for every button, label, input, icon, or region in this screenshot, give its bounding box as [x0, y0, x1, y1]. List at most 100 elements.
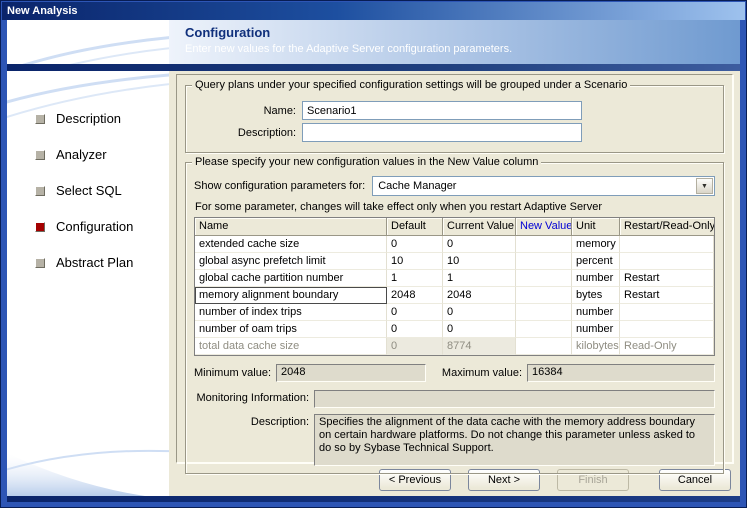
table-row[interactable]: global async prefetch limit 10 10 percen… [195, 253, 714, 270]
decorative-swoosh [7, 20, 169, 64]
param-name-cell[interactable]: number of index trips [195, 304, 387, 321]
restart-cell [620, 304, 714, 321]
name-label: Name: [194, 105, 302, 117]
scenario-description-input[interactable] [302, 123, 582, 142]
new-value-cell[interactable] [516, 304, 572, 321]
step-indicator-icon [35, 186, 45, 196]
sidebar-item-description[interactable]: Description [35, 111, 169, 126]
minimum-value-field: 2048 [276, 364, 426, 382]
new-analysis-dialog: New Analysis Configuration Enter new val… [0, 0, 747, 508]
table-row-selected[interactable]: memory alignment boundary 2048 2048 byte… [195, 287, 714, 304]
scenario-groupbox: Query plans under your specified configu… [185, 85, 724, 153]
step-label: Description [56, 111, 121, 126]
table-row[interactable]: extended cache size 0 0 memory pa [195, 236, 714, 253]
step-label: Analyzer [56, 147, 107, 162]
restart-cell: Restart [620, 287, 714, 304]
unit-cell: memory pa [572, 236, 620, 253]
param-name-cell[interactable]: global cache partition number [195, 270, 387, 287]
restart-cell: Restart [620, 270, 714, 287]
table-row[interactable]: global cache partition number 1 1 number… [195, 270, 714, 287]
config-group-title: Please specify your new configuration va… [192, 156, 541, 168]
unit-cell: number [572, 270, 620, 287]
default-cell: 2048 [387, 287, 443, 304]
param-name-cell[interactable]: number of oam trips [195, 321, 387, 338]
unit-cell: number [572, 304, 620, 321]
col-header-default: Default [387, 218, 443, 236]
monitoring-information-label: Monitoring Information: [194, 390, 314, 404]
header-decoration [7, 20, 169, 64]
minimum-value-label: Minimum value: [194, 367, 276, 379]
current-value-cell: 1 [443, 270, 516, 287]
sidebar-item-select-sql[interactable]: Select SQL [35, 183, 169, 198]
page-subtitle: Enter new values for the Adaptive Server… [185, 43, 732, 55]
current-value-cell: 0 [443, 321, 516, 338]
default-cell: 10 [387, 253, 443, 270]
wizard-header: Configuration Enter new values for the A… [7, 20, 740, 64]
restart-cell [620, 253, 714, 270]
table-row[interactable]: number of oam trips 0 0 number [195, 321, 714, 338]
description-label: Description: [194, 127, 302, 139]
restart-cell: Read-Only [620, 338, 714, 355]
maximum-value-field: 16384 [527, 364, 715, 382]
scenario-name-input[interactable] [302, 101, 582, 120]
selected-category: Cache Manager [378, 180, 456, 192]
parameter-description-field: Specifies the alignment of the data cach… [314, 414, 715, 466]
restart-cell [620, 236, 714, 253]
step-label: Abstract Plan [56, 255, 133, 270]
table-row-disabled: total data cache size 0 8774 kilobytes R… [195, 338, 714, 355]
scenario-group-title: Query plans under your specified configu… [192, 79, 630, 91]
new-value-cell[interactable] [516, 253, 572, 270]
current-value-cell: 0 [443, 304, 516, 321]
unit-cell: percent [572, 253, 620, 270]
unit-cell: kilobytes [572, 338, 620, 355]
parameters-table: Name Default Current Value New Value Uni… [194, 217, 715, 356]
new-value-cell[interactable] [516, 270, 572, 287]
step-label: Select SQL [56, 183, 122, 198]
unit-cell: bytes [572, 287, 620, 304]
step-indicator-icon [35, 114, 45, 124]
col-header-unit: Unit [572, 218, 620, 236]
new-value-cell[interactable] [516, 321, 572, 338]
current-value-cell: 2048 [443, 287, 516, 304]
config-values-groupbox: Please specify your new configuration va… [185, 162, 724, 474]
default-cell: 0 [387, 338, 443, 355]
param-name-cell[interactable]: memory alignment boundary [195, 287, 387, 304]
show-parameters-label: Show configuration parameters for: [194, 180, 372, 192]
parameter-category-select[interactable]: Cache Manager ▼ [372, 176, 715, 196]
window-title: New Analysis [7, 5, 78, 17]
table-row[interactable]: number of index trips 0 0 number [195, 304, 714, 321]
new-value-cell[interactable] [516, 236, 572, 253]
default-cell: 1 [387, 270, 443, 287]
configuration-panel: Query plans under your specified configu… [176, 74, 733, 463]
param-name-cell[interactable]: extended cache size [195, 236, 387, 253]
step-indicator-icon [35, 222, 45, 232]
col-header-new-value: New Value [516, 218, 572, 236]
page-title: Configuration [185, 25, 732, 40]
new-value-cell [516, 338, 572, 355]
sidebar-item-abstract-plan[interactable]: Abstract Plan [35, 255, 169, 270]
step-label: Configuration [56, 219, 133, 234]
wizard-sidebar: Description Analyzer Select SQL Configur… [7, 71, 169, 496]
current-value-cell: 8774 [443, 338, 516, 355]
current-value-cell: 10 [443, 253, 516, 270]
window-titlebar: New Analysis [2, 2, 745, 20]
parameter-description-label: Description: [194, 414, 314, 428]
chevron-down-icon[interactable]: ▼ [696, 178, 713, 194]
col-header-restart: Restart/Read-Only [620, 218, 714, 236]
default-cell: 0 [387, 304, 443, 321]
step-indicator-icon [35, 150, 45, 160]
sidebar-item-configuration[interactable]: Configuration [35, 219, 169, 234]
col-header-name: Name [195, 218, 387, 236]
param-name-cell[interactable]: global async prefetch limit [195, 253, 387, 270]
new-value-cell[interactable] [516, 287, 572, 304]
restart-note: For some parameter, changes will take ef… [195, 201, 715, 213]
sidebar-item-analyzer[interactable]: Analyzer [35, 147, 169, 162]
table-header-row: Name Default Current Value New Value Uni… [195, 218, 714, 236]
current-value-cell: 0 [443, 236, 516, 253]
default-cell: 0 [387, 236, 443, 253]
default-cell: 0 [387, 321, 443, 338]
restart-cell [620, 321, 714, 338]
unit-cell: number [572, 321, 620, 338]
monitoring-information-field [314, 390, 715, 408]
col-header-current-value: Current Value [443, 218, 516, 236]
